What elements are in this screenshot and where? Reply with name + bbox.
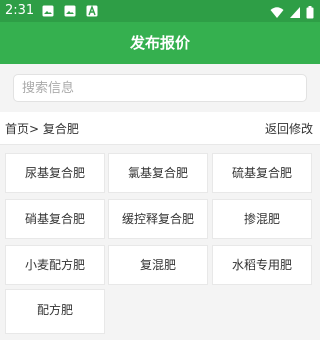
category-item[interactable]: 尿基复合肥 xyxy=(5,153,105,193)
wifi-icon xyxy=(270,7,284,18)
category-item[interactable]: 小麦配方肥 xyxy=(5,245,105,285)
category-item[interactable]: 掺混肥 xyxy=(212,199,312,239)
category-item[interactable]: 复混肥 xyxy=(108,245,208,285)
status-bar: 2:31 xyxy=(0,0,320,22)
app-a-icon xyxy=(86,5,98,17)
category-item[interactable]: 硝基复合肥 xyxy=(5,199,105,239)
category-item[interactable]: 水稻专用肥 xyxy=(212,245,312,285)
battery-icon xyxy=(306,6,314,19)
breadcrumb: 首页> 复合肥 xyxy=(5,122,79,136)
gallery-notification-icon xyxy=(42,5,54,17)
category-item[interactable]: 缓控释复合肥 xyxy=(108,199,208,239)
signal-icon xyxy=(289,7,300,18)
search-input[interactable] xyxy=(13,74,307,102)
app-bar: 发布报价 xyxy=(0,22,320,64)
page-title: 发布报价 xyxy=(129,34,190,52)
status-time: 2:31 xyxy=(5,3,35,18)
category-grid: 尿基复合肥 氯基复合肥 硫基复合肥 硝基复合肥 缓控释复合肥 掺混肥 小麦配方肥… xyxy=(0,148,320,340)
back-edit-link[interactable]: 返回修改 xyxy=(265,120,313,137)
category-item[interactable]: 氯基复合肥 xyxy=(108,153,208,193)
breadcrumb-bar: 首页> 复合肥 返回修改 xyxy=(0,112,320,145)
category-item[interactable]: 硫基复合肥 xyxy=(212,153,312,193)
category-item[interactable]: 配方肥 xyxy=(5,289,105,334)
gallery-notification-icon xyxy=(64,5,76,17)
search-bar xyxy=(0,64,320,112)
